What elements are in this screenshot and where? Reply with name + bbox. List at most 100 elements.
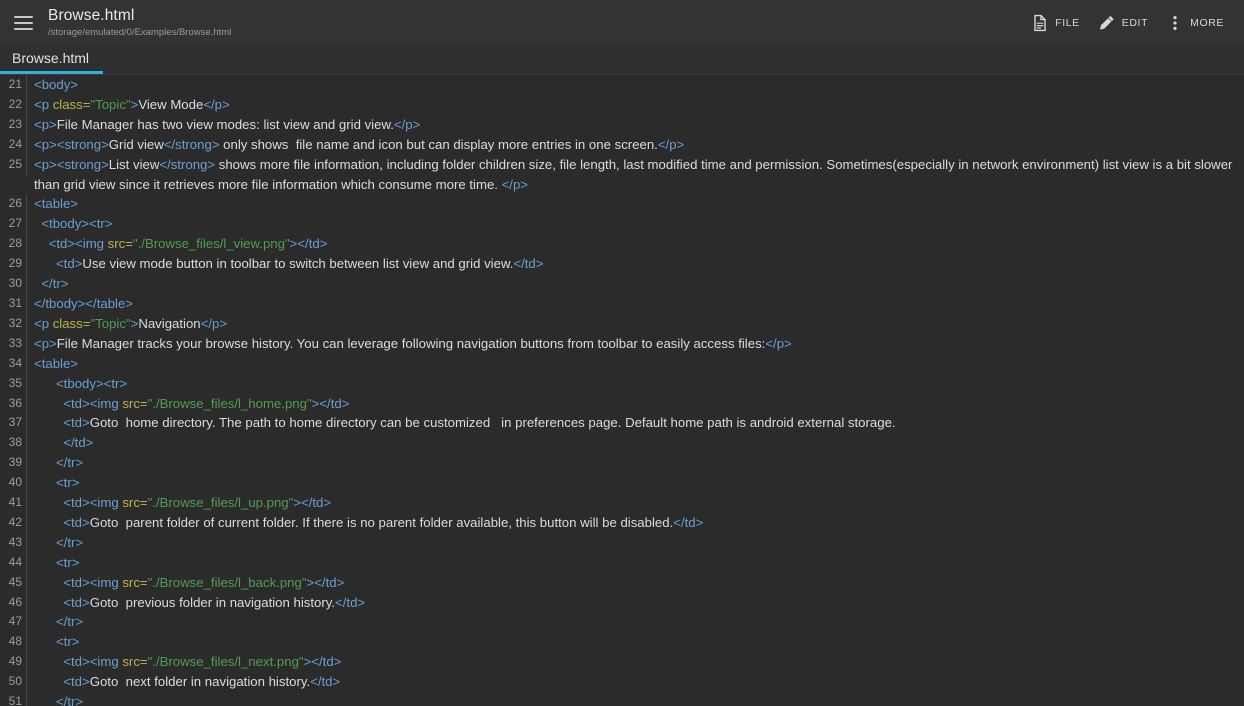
code-token-tag: </p> — [203, 96, 230, 112]
code-line-text[interactable]: <td><img src="./Browse_files/l_back.png"… — [27, 573, 1244, 593]
code-line-text[interactable]: <td>Goto next folder in navigation histo… — [27, 672, 1244, 692]
code-token-tag: <tbody><tr> — [55, 375, 128, 391]
code-line-text[interactable]: </tbody></table> — [27, 294, 1244, 314]
code-line[interactable]: 32 <p class="Topic">Navigation</p> — [0, 313, 1244, 334]
edit-button[interactable]: EDIT — [1098, 14, 1148, 32]
code-line-text[interactable]: <table> — [27, 194, 1244, 214]
code-line[interactable]: 37 <td>Goto home directory. The path to … — [0, 413, 1244, 434]
code-token-val: "./Browse_files/l_view.png" — [132, 236, 290, 252]
code-token-tag: </td> — [310, 674, 341, 690]
code-editor[interactable]: 21 <body> 22 <p class="Topic">View Mode</p>… — [0, 75, 1244, 706]
code-line[interactable]: 38 </td> — [0, 433, 1244, 454]
code-line[interactable]: 36 <td><img src="./Browse_files/l_home.p… — [0, 393, 1244, 414]
file-icon — [1031, 14, 1049, 32]
code-line[interactable]: 48 <tr> — [0, 632, 1244, 653]
code-line[interactable]: 30 </tr> — [0, 274, 1244, 294]
code-token-tag: <p> — [34, 116, 57, 132]
code-line-text[interactable]: <p>File Manager tracks your browse histo… — [27, 334, 1244, 354]
code-token-val: "Topic" — [90, 315, 131, 331]
hamburger-icon[interactable] — [10, 10, 36, 36]
code-line-text[interactable]: <p>File Manager has two view modes: list… — [27, 115, 1244, 135]
code-line-text[interactable]: <td>Use view mode button in toolbar to s… — [27, 254, 1244, 274]
line-number: 24 — [0, 134, 27, 155]
code-line-text[interactable]: <td><img src="./Browse_files/l_view.png"… — [27, 234, 1244, 254]
code-line-text[interactable]: <body> — [27, 75, 1244, 95]
code-line[interactable]: 29 <td>Use view mode button in toolbar t… — [0, 254, 1244, 275]
code-line[interactable]: 45 <td><img src="./Browse_files/l_back.p… — [0, 572, 1244, 593]
line-number: 41 — [0, 493, 27, 513]
code-line-text[interactable]: <tr> — [27, 553, 1244, 573]
code-line[interactable]: 41 <td><img src="./Browse_files/l_up.png… — [0, 493, 1244, 513]
page-title: Browse.html — [48, 7, 135, 25]
line-number: 21 — [0, 75, 27, 95]
code-line-text[interactable]: </tr> — [27, 533, 1244, 553]
code-line-text[interactable]: <tbody><tr> — [27, 214, 1244, 234]
code-line-text[interactable]: <td>Goto previous folder in navigation h… — [27, 593, 1244, 613]
code-line[interactable]: 44 <tr> — [0, 552, 1244, 573]
code-token-attr: class= — [52, 96, 91, 112]
code-line-text[interactable]: </tr> — [27, 692, 1244, 706]
line-number: 45 — [0, 572, 27, 593]
code-token-text: Use view mode button in toolbar to switc… — [82, 256, 514, 272]
code-line-text[interactable]: </td> — [27, 433, 1244, 453]
line-number: 44 — [0, 552, 27, 573]
code-token-text: Navigation — [138, 315, 201, 331]
code-token-tag: </td> — [335, 594, 366, 610]
code-line[interactable]: 50 <td>Goto next folder in navigation hi… — [0, 672, 1244, 693]
code-line-text[interactable]: <p><strong>Grid view</strong> only shows… — [27, 135, 1244, 155]
code-line[interactable]: 22 <p class="Topic">View Mode</p> — [0, 94, 1244, 115]
code-line-text[interactable]: <table> — [27, 354, 1244, 374]
code-token-tag: <tr> — [55, 475, 80, 491]
code-token-tag: </p> — [765, 335, 792, 351]
code-token-text: shows more file information, including f… — [34, 156, 1237, 192]
code-line[interactable]: 34 <table> — [0, 353, 1244, 374]
code-line-text[interactable]: </tr> — [27, 274, 1244, 294]
code-line[interactable]: 49 <td><img src="./Browse_files/l_next.p… — [0, 652, 1244, 673]
code-line[interactable]: 24 <p><strong>Grid view</strong> only sho… — [0, 134, 1244, 155]
code-token-attr: src= — [122, 574, 148, 590]
code-line[interactable]: 26 <table> — [0, 194, 1244, 215]
code-line[interactable]: 33 <p>File Manager tracks your browse his… — [0, 333, 1244, 354]
code-line-text[interactable]: <tr> — [27, 473, 1244, 493]
code-line[interactable]: 46 <td>Goto previous folder in navigatio… — [0, 592, 1244, 613]
code-line-text[interactable]: </tr> — [27, 453, 1244, 473]
code-line[interactable]: 40 <tr> — [0, 473, 1244, 494]
code-line[interactable]: 42 <td>Goto parent folder of current fol… — [0, 512, 1244, 533]
code-line[interactable]: 21 <body> — [0, 75, 1244, 95]
code-line[interactable]: 35 <tbody><tr> — [0, 373, 1244, 394]
file-button-label: FILE — [1055, 16, 1080, 29]
code-line-text[interactable]: </tr> — [27, 612, 1244, 632]
code-line-text[interactable]: <td><img src="./Browse_files/l_next.png"… — [27, 652, 1244, 672]
code-line[interactable]: 31 </tbody></table> — [0, 293, 1244, 314]
code-line[interactable]: 25 <p><strong>List view</strong> shows mo… — [0, 154, 1244, 195]
code-line-text[interactable]: <td>Goto home directory. The path to hom… — [27, 413, 1244, 433]
code-line-text[interactable]: <p class="Topic">View Mode</p> — [27, 95, 1244, 115]
code-line[interactable]: 51 </tr> — [0, 692, 1244, 706]
code-token-tag: </tr> — [55, 455, 84, 471]
more-button[interactable]: MORE — [1166, 14, 1224, 32]
code-token-tag: <p> — [34, 335, 57, 351]
code-line[interactable]: 27 <tbody><tr> — [0, 214, 1244, 235]
code-token-tag: ></td> — [293, 495, 332, 511]
code-line-text[interactable]: <tbody><tr> — [27, 374, 1244, 394]
code-line-text[interactable]: <td><img src="./Browse_files/l_home.png"… — [27, 394, 1244, 414]
code-line-text[interactable]: <tr> — [27, 632, 1244, 652]
code-line-text[interactable]: <td><img src="./Browse_files/l_up.png"><… — [27, 493, 1244, 513]
code-line-text[interactable]: <p><strong>List view</strong> shows more… — [27, 155, 1244, 195]
code-token-tag: </td> — [513, 256, 544, 272]
line-number: 34 — [0, 353, 27, 374]
code-line[interactable]: 47 </tr> — [0, 612, 1244, 633]
code-line[interactable]: 28 <td><img src="./Browse_files/l_view.p… — [0, 234, 1244, 255]
code-line[interactable]: 23 <p>File Manager has two view modes: li… — [0, 114, 1244, 135]
code-line-text[interactable]: <td>Goto parent folder of current folder… — [27, 513, 1244, 533]
file-button[interactable]: FILE — [1031, 14, 1080, 32]
code-line-text[interactable]: <p class="Topic">Navigation</p> — [27, 314, 1244, 334]
code-line[interactable]: 43 </tr> — [0, 532, 1244, 553]
code-token-tag: <tr> — [55, 634, 80, 650]
tab-browse-html[interactable]: Browse.html — [0, 44, 104, 74]
code-line[interactable]: 39 </tr> — [0, 453, 1244, 474]
line-number: 38 — [0, 433, 27, 454]
